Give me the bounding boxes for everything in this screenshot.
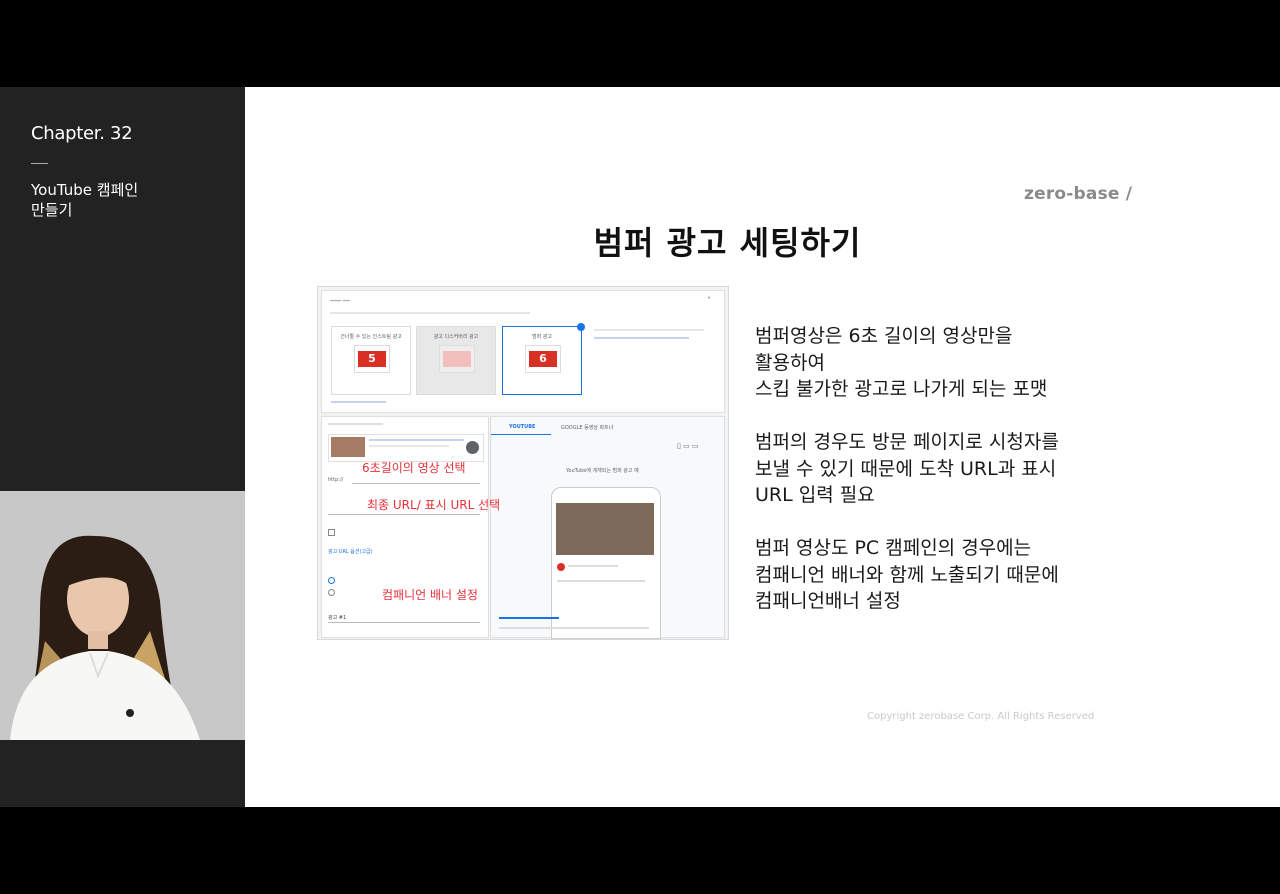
- format-card-bumper[interactable]: 범퍼 광고 6: [502, 323, 585, 395]
- annotation-companion-banner: 컴패니언 배너 설정: [382, 588, 478, 602]
- remove-icon[interactable]: [466, 441, 479, 454]
- collapse-icon[interactable]: ˄: [707, 296, 711, 305]
- p1-line-3: 스킵 불가한 광고로 나가게 되는 포맷: [755, 378, 1048, 400]
- p2-line-2: 보낼 수 있기 때문에 도착 URL과 표시: [755, 457, 1057, 480]
- topic-line-1: YouTube 캠페인: [31, 181, 139, 199]
- card-thumbnail: 5: [354, 345, 390, 373]
- preview-line: [557, 580, 645, 582]
- youtube-preview-link[interactable]: [499, 617, 559, 619]
- paragraph-3: 범퍼 영상도 PC 캠페인의 경우에는 컴패니언 배너와 함께 노출되기 때문에…: [755, 535, 1155, 615]
- presenter-webcam: [0, 491, 245, 740]
- phone-mockup: [551, 487, 661, 639]
- advertiser-line: [568, 565, 618, 567]
- copyright: Copyright zerobase Corp. All Rights Rese…: [867, 711, 1095, 722]
- tab-youtube[interactable]: YOUTUBE: [509, 424, 535, 430]
- paragraph-2: 범퍼의 경우도 방문 페이지로 시청자를 보낼 수 있기 때문에 도착 URL과…: [755, 429, 1155, 509]
- letterbox-top: [0, 0, 1280, 87]
- video-label: [328, 423, 383, 425]
- format-card-discovery[interactable]: 광고 디스커버리 광고: [416, 326, 496, 395]
- chapter-label: Chapter. 32: [31, 123, 133, 144]
- checkbox[interactable]: [328, 529, 335, 536]
- preview-video: [556, 503, 654, 555]
- card-number: 6: [529, 351, 557, 367]
- format-panel-heading: ─── ──: [330, 298, 350, 305]
- annotation-select-url: 최종 URL/ 표시 URL 선택: [367, 498, 501, 512]
- preview-footnote: [499, 627, 649, 629]
- video-meta-line: [369, 445, 449, 447]
- video-thumbnail: [331, 437, 365, 457]
- card-label: 범퍼 광고: [532, 334, 552, 340]
- topic-title: YouTube 캠페인 만들기: [31, 180, 231, 220]
- sidebar: Chapter. 32 YouTube 캠페인 만들기: [0, 87, 245, 807]
- final-url-input[interactable]: [352, 483, 480, 484]
- p2-line-1: 범퍼의 경우도 방문 페이지로 시청자를: [755, 431, 1059, 453]
- letterbox-bottom: [0, 807, 1280, 894]
- card-label: 건너뛸 수 있는 인스트림 광고: [340, 334, 402, 340]
- slide: zero-base / 범퍼 광고 세팅하기 ─── ── ˄ 건너뛸 수 있는…: [245, 87, 1280, 807]
- device-icons[interactable]: ▯ ▭ ▭: [677, 442, 699, 450]
- paragraph-1: 범퍼영상은 6초 길이의 영상만을 활용하여 스킵 불가한 광고로 나가게 되는…: [755, 323, 1155, 403]
- tab-underline: [491, 434, 551, 435]
- p2-line-3: URL 입력 필요: [755, 484, 875, 506]
- side-note-link[interactable]: [594, 337, 689, 339]
- radio-image[interactable]: [328, 589, 335, 596]
- card-thumbnail: [439, 345, 475, 373]
- annotation-select-video: 6초길이의 영상 선택: [362, 461, 466, 475]
- display-url-input[interactable]: [328, 514, 480, 515]
- url-prefix: http://: [328, 477, 344, 483]
- radio-auto[interactable]: [328, 577, 335, 584]
- side-note-line: [594, 329, 704, 331]
- check-icon: [577, 323, 585, 331]
- card-label: 광고 디스커버리 광고: [433, 334, 479, 340]
- ad-name-input[interactable]: [328, 622, 480, 623]
- p3-line-1: 범퍼 영상도 PC 캠페인의 경우에는: [755, 537, 1032, 559]
- video-select[interactable]: [328, 434, 484, 462]
- p3-line-2: 컴패니언 배너와 함께 노출되기 때문에: [755, 563, 1059, 586]
- preview-panel: YOUTUBE GOOGLE 동영상 파트너 ▯ ▭ ▭ YouTube에 게재…: [490, 416, 725, 639]
- video-title-line: [369, 439, 464, 441]
- divider: [31, 163, 48, 164]
- ad-name-value: 광고 #1: [328, 615, 347, 621]
- presenter-image: [0, 491, 245, 740]
- p3-line-3: 컴패니언배너 설정: [755, 590, 901, 612]
- card-number: 5: [358, 351, 386, 367]
- p1-line-1: 범퍼영상은 6초 길이의 영상만을: [755, 325, 1013, 347]
- slide-description: 범퍼영상은 6초 길이의 영상만을 활용하여 스킵 불가한 광고로 나가게 되는…: [755, 323, 1155, 641]
- slide-title: 범퍼 광고 세팅하기: [593, 224, 862, 262]
- format-desc-line: [330, 312, 530, 314]
- topic-line-2: 만들기: [31, 201, 73, 219]
- settings-panel: http:// 광고 URL 옵션(고급) 광고 #1: [321, 416, 489, 638]
- format-card-skippable[interactable]: 건너뛸 수 있는 인스트림 광고 5: [331, 326, 411, 395]
- format-panel: ─── ── ˄ 건너뛸 수 있는 인스트림 광고 5 광고 디스커버리 광고 …: [321, 290, 725, 413]
- google-ads-screenshot: ─── ── ˄ 건너뛸 수 있는 인스트림 광고 5 광고 디스커버리 광고 …: [317, 286, 729, 640]
- advertiser-icon: [557, 563, 565, 571]
- compare-formats-link[interactable]: [331, 401, 386, 403]
- tab-google-partners[interactable]: GOOGLE 동영상 파트너: [561, 424, 613, 431]
- p1-line-2: 활용하여: [755, 351, 825, 374]
- zerobase-logo: zero-base /: [1024, 184, 1133, 204]
- url-options-link[interactable]: 광고 URL 옵션(고급): [328, 548, 373, 555]
- card-thumbnail: 6: [525, 345, 561, 373]
- card-number: [443, 351, 471, 367]
- preview-caption: YouTube에 게재되는 범퍼 광고 예: [566, 468, 639, 474]
